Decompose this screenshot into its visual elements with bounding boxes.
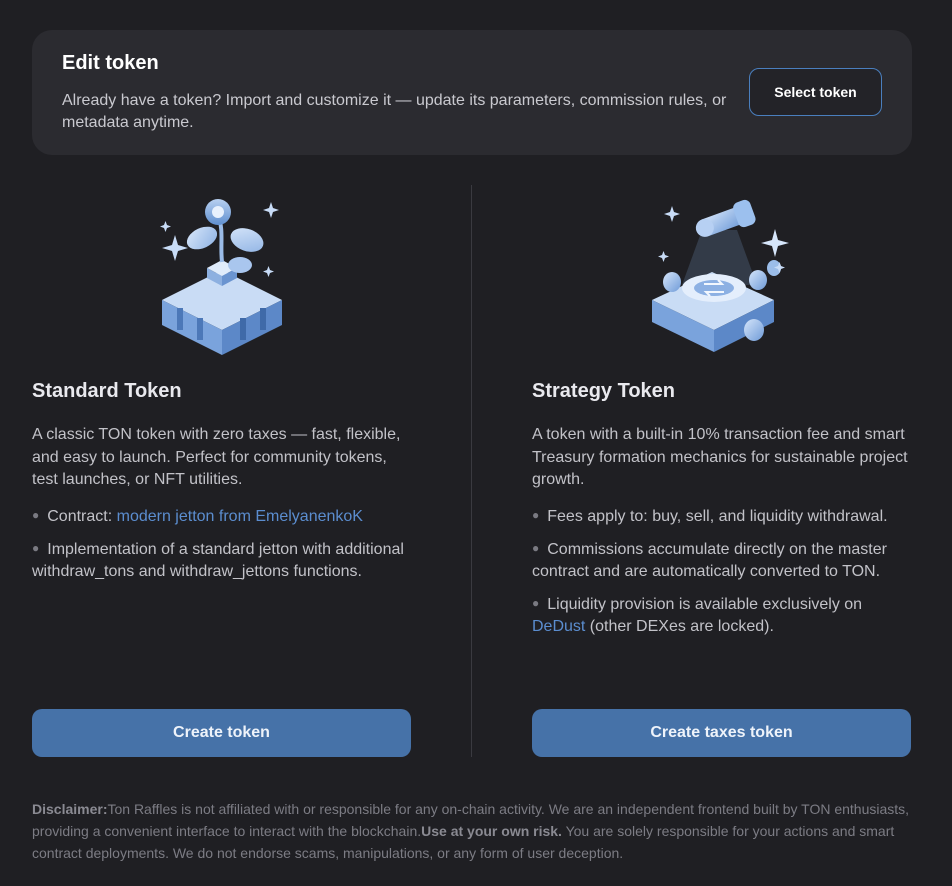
strategy-token-features: ● Fees apply to: buy, sell, and liquidity…: [532, 506, 912, 649]
telescope-coins-icon: [642, 190, 792, 360]
liquidity-text: Liquidity provision is available exclusi…: [547, 595, 863, 613]
create-token-button[interactable]: Create token: [32, 709, 411, 757]
strategy-token-description: A token with a built-in 10% transaction …: [532, 426, 908, 488]
dedust-link[interactable]: DeDust: [532, 618, 585, 635]
bullet-icon: ●: [32, 508, 40, 522]
implementation-text: Implementation of a standard jetton with…: [32, 540, 404, 581]
strategy-token-title: Strategy Token: [532, 380, 675, 402]
create-taxes-token-button[interactable]: Create taxes token: [532, 709, 911, 757]
standard-token-description: A classic TON token with zero taxes — fa…: [32, 426, 401, 488]
contract-link[interactable]: modern jetton from EmelyanenkoK: [117, 508, 363, 525]
bullet-icon: ●: [532, 540, 540, 555]
liquidity-suffix: (other DEXes are locked).: [585, 618, 774, 635]
disclaimer-emphasis: Use at your own risk.: [421, 823, 562, 839]
list-item: ● Liquidity provision is available exclus…: [532, 594, 912, 639]
disclaimer: Disclaimer:Ton Raffles is not affiliated…: [32, 798, 922, 864]
list-item: ● Fees apply to: buy, sell, and liquidity…: [532, 506, 912, 529]
plant-on-blocks-icon: [152, 190, 302, 360]
standard-token-features: ● Contract: modern jetton from Emelyanenk…: [32, 506, 412, 594]
bullet-icon: ●: [532, 595, 540, 610]
bullet-icon: ●: [532, 508, 540, 522]
disclaimer-label: Disclaimer:: [32, 801, 108, 817]
bullet-icon: ●: [32, 540, 40, 555]
contract-label: Contract:: [47, 508, 117, 525]
list-item: ● Contract: modern jetton from Emelyanenk…: [32, 506, 412, 529]
edit-token-title: Edit token: [62, 52, 159, 74]
standard-token-title: Standard Token: [32, 380, 182, 402]
commissions-text: Commissions accumulate directly on the m…: [532, 540, 887, 581]
list-item: ● Implementation of a standard jetton wit…: [32, 539, 412, 584]
column-divider: [471, 185, 472, 757]
list-item: ● Commissions accumulate directly on the …: [532, 539, 912, 584]
edit-token-description: Already have a token? Import and customi…: [62, 92, 727, 131]
select-token-button[interactable]: Select token: [749, 68, 882, 116]
fees-text: Fees apply to: buy, sell, and liquidity …: [547, 508, 888, 525]
edit-token-card: Edit token Already have a token? Import …: [32, 30, 912, 155]
